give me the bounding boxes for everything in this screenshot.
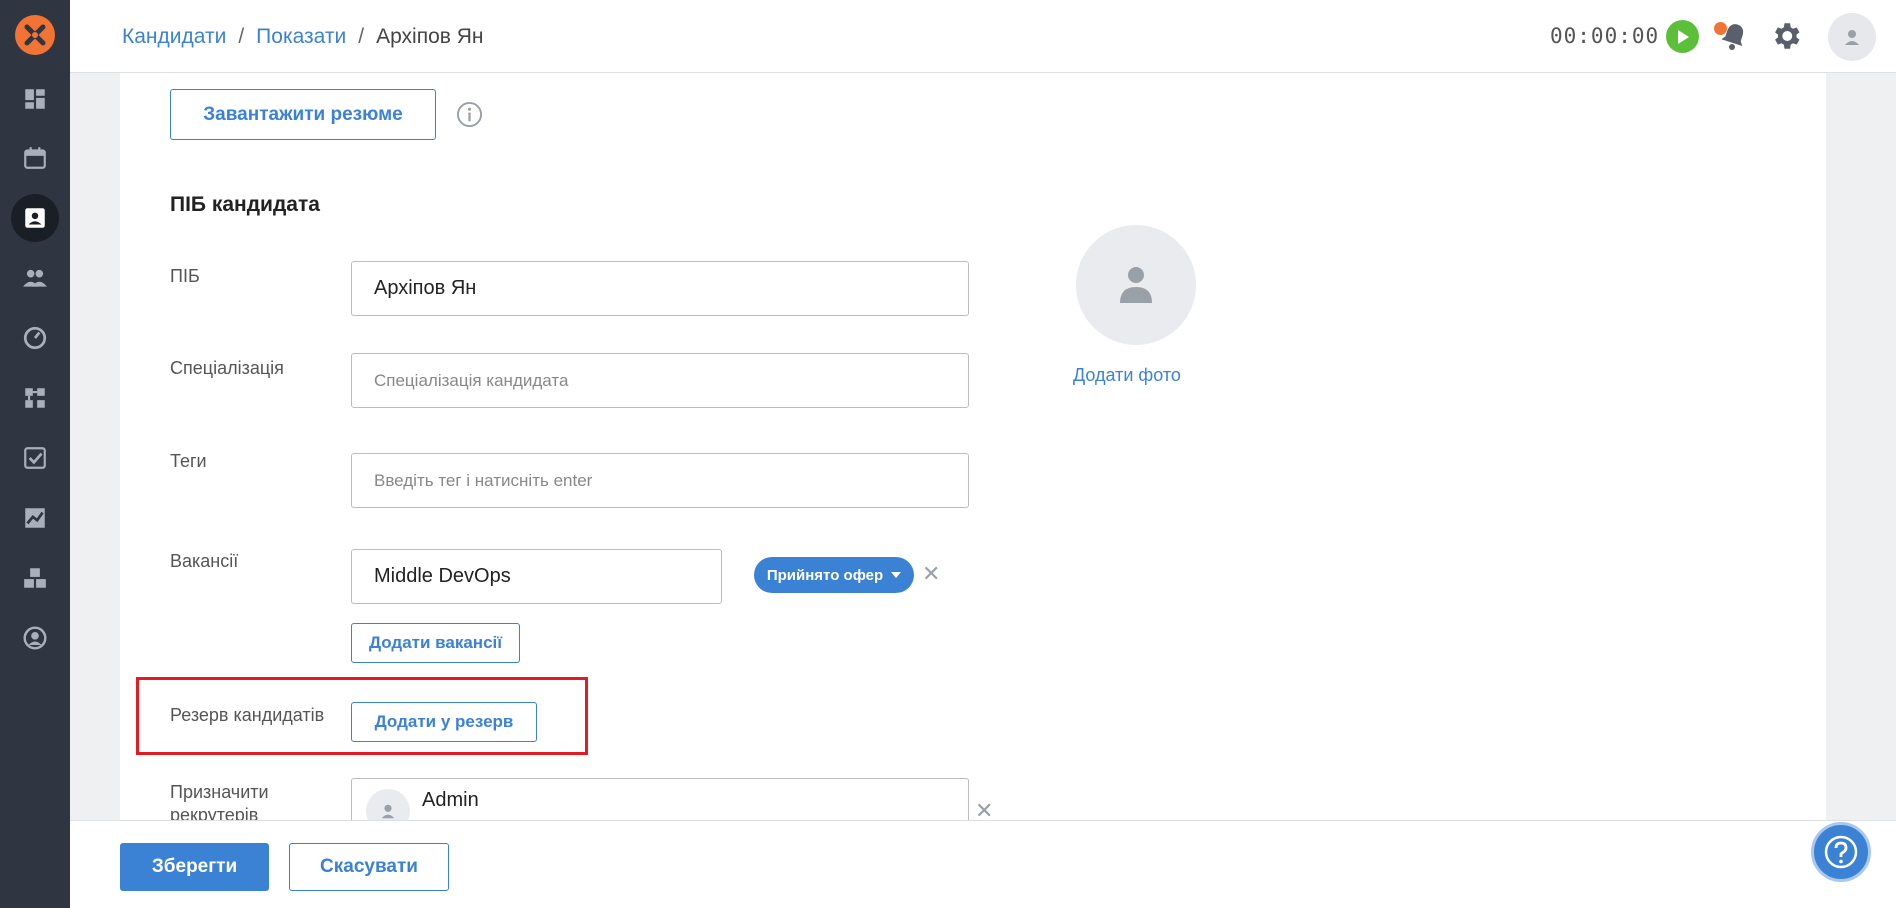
remove-recruiter-icon[interactable]: ✕: [975, 800, 993, 822]
user-silhouette-icon: [1120, 267, 1152, 303]
breadcrumb-candidates[interactable]: Кандидати: [122, 25, 226, 49]
reserve-label: Резерв кандидатів: [170, 705, 325, 725]
vacancy-status-label: Прийнято офер: [766, 566, 884, 584]
sidebar-item-reports[interactable]: [11, 494, 59, 542]
calendar-icon: [24, 147, 46, 169]
breadcrumb-separator: /: [358, 25, 365, 48]
user-icon: [381, 804, 395, 819]
vacancy-status-dropdown[interactable]: Прийнято офер: [754, 557, 914, 593]
breadcrumb-separator: /: [238, 25, 245, 48]
name-label: ПІБ: [170, 266, 200, 286]
sidebar-item-speedometer[interactable]: [11, 314, 59, 362]
breadcrumb: Кандидати / Показати / Архіпов Ян: [122, 25, 484, 49]
boxes-icon: [24, 568, 46, 588]
tags-label: Теги: [170, 451, 207, 471]
help-button[interactable]: [1811, 822, 1871, 882]
sidebar-item-pipeline[interactable]: [11, 374, 59, 422]
add-to-reserve-button[interactable]: Додати у резерв: [351, 702, 537, 742]
top-header: Кандидати / Показати / Архіпов Ян 00:00:…: [70, 0, 1896, 73]
sidebar: [0, 0, 70, 908]
cancel-button[interactable]: Скасувати: [289, 843, 449, 891]
recruiters-label: Призначити: [170, 782, 269, 802]
account-icon: [23, 626, 47, 650]
recruiter-avatar: [366, 789, 410, 820]
timer-display: 00:00:00: [1550, 24, 1660, 48]
user-icon: [1845, 30, 1859, 45]
name-input[interactable]: Архіпов Ян: [351, 261, 969, 316]
sidebar-item-candidates[interactable]: [11, 194, 59, 242]
timer-play-button[interactable]: [1666, 20, 1699, 53]
play-icon: [1677, 29, 1689, 44]
sidebar-item-clients[interactable]: [11, 254, 59, 302]
logo-icon[interactable]: [15, 15, 55, 55]
sidebar-item-dashboard[interactable]: [11, 75, 59, 123]
breadcrumb-show[interactable]: Показати: [256, 25, 346, 49]
sidebar-item-tasks[interactable]: [11, 434, 59, 482]
sidebar-item-account[interactable]: [11, 614, 59, 662]
vacancy-select[interactable]: Middle DevOps: [351, 549, 722, 604]
sidebar-item-calendar[interactable]: [11, 134, 59, 182]
form-actions-bar: Зберегти Скасувати: [70, 820, 1896, 908]
recruiter-name: Admin: [422, 789, 479, 811]
settings-gear-icon[interactable]: [1769, 19, 1803, 53]
add-photo-link[interactable]: Додати фото: [1073, 365, 1181, 386]
upload-resume-button[interactable]: Завантажити резюме: [170, 89, 436, 140]
dashboard-icon: [25, 89, 45, 109]
notification-badge: [1714, 22, 1727, 35]
sidebar-item-boxes[interactable]: [11, 554, 59, 602]
remove-vacancy-icon[interactable]: ✕: [922, 563, 940, 585]
section-title: ПІБ кандидата: [170, 193, 320, 216]
specialization-input[interactable]: Спеціалізація кандидата: [351, 353, 969, 408]
tasks-icon: [24, 447, 46, 469]
info-icon[interactable]: [456, 101, 483, 128]
question-mark-icon: [1824, 835, 1858, 869]
speedometer-icon: [23, 326, 47, 350]
vacancies-label: Вакансії: [170, 551, 239, 571]
tags-input[interactable]: Введіть тег і натисніть enter: [351, 453, 969, 508]
reports-icon: [25, 508, 45, 528]
caret-down-icon: [891, 572, 902, 578]
breadcrumb-current: Архіпов Ян: [376, 25, 484, 48]
save-button[interactable]: Зберегти: [120, 843, 269, 891]
recruiter-select[interactable]: Admin: [351, 778, 969, 820]
candidate-photo[interactable]: [1076, 225, 1196, 345]
add-vacancies-button[interactable]: Додати вакансії: [351, 623, 520, 663]
clients-icon: [23, 269, 47, 287]
candidate-form: Завантажити резюме ПІБ кандидата ПІБ Арх…: [120, 73, 1826, 825]
specialization-label: Спеціалізація: [170, 358, 284, 378]
user-avatar[interactable]: [1828, 13, 1876, 61]
candidates-icon: [25, 208, 45, 228]
pipeline-icon: [25, 388, 45, 408]
